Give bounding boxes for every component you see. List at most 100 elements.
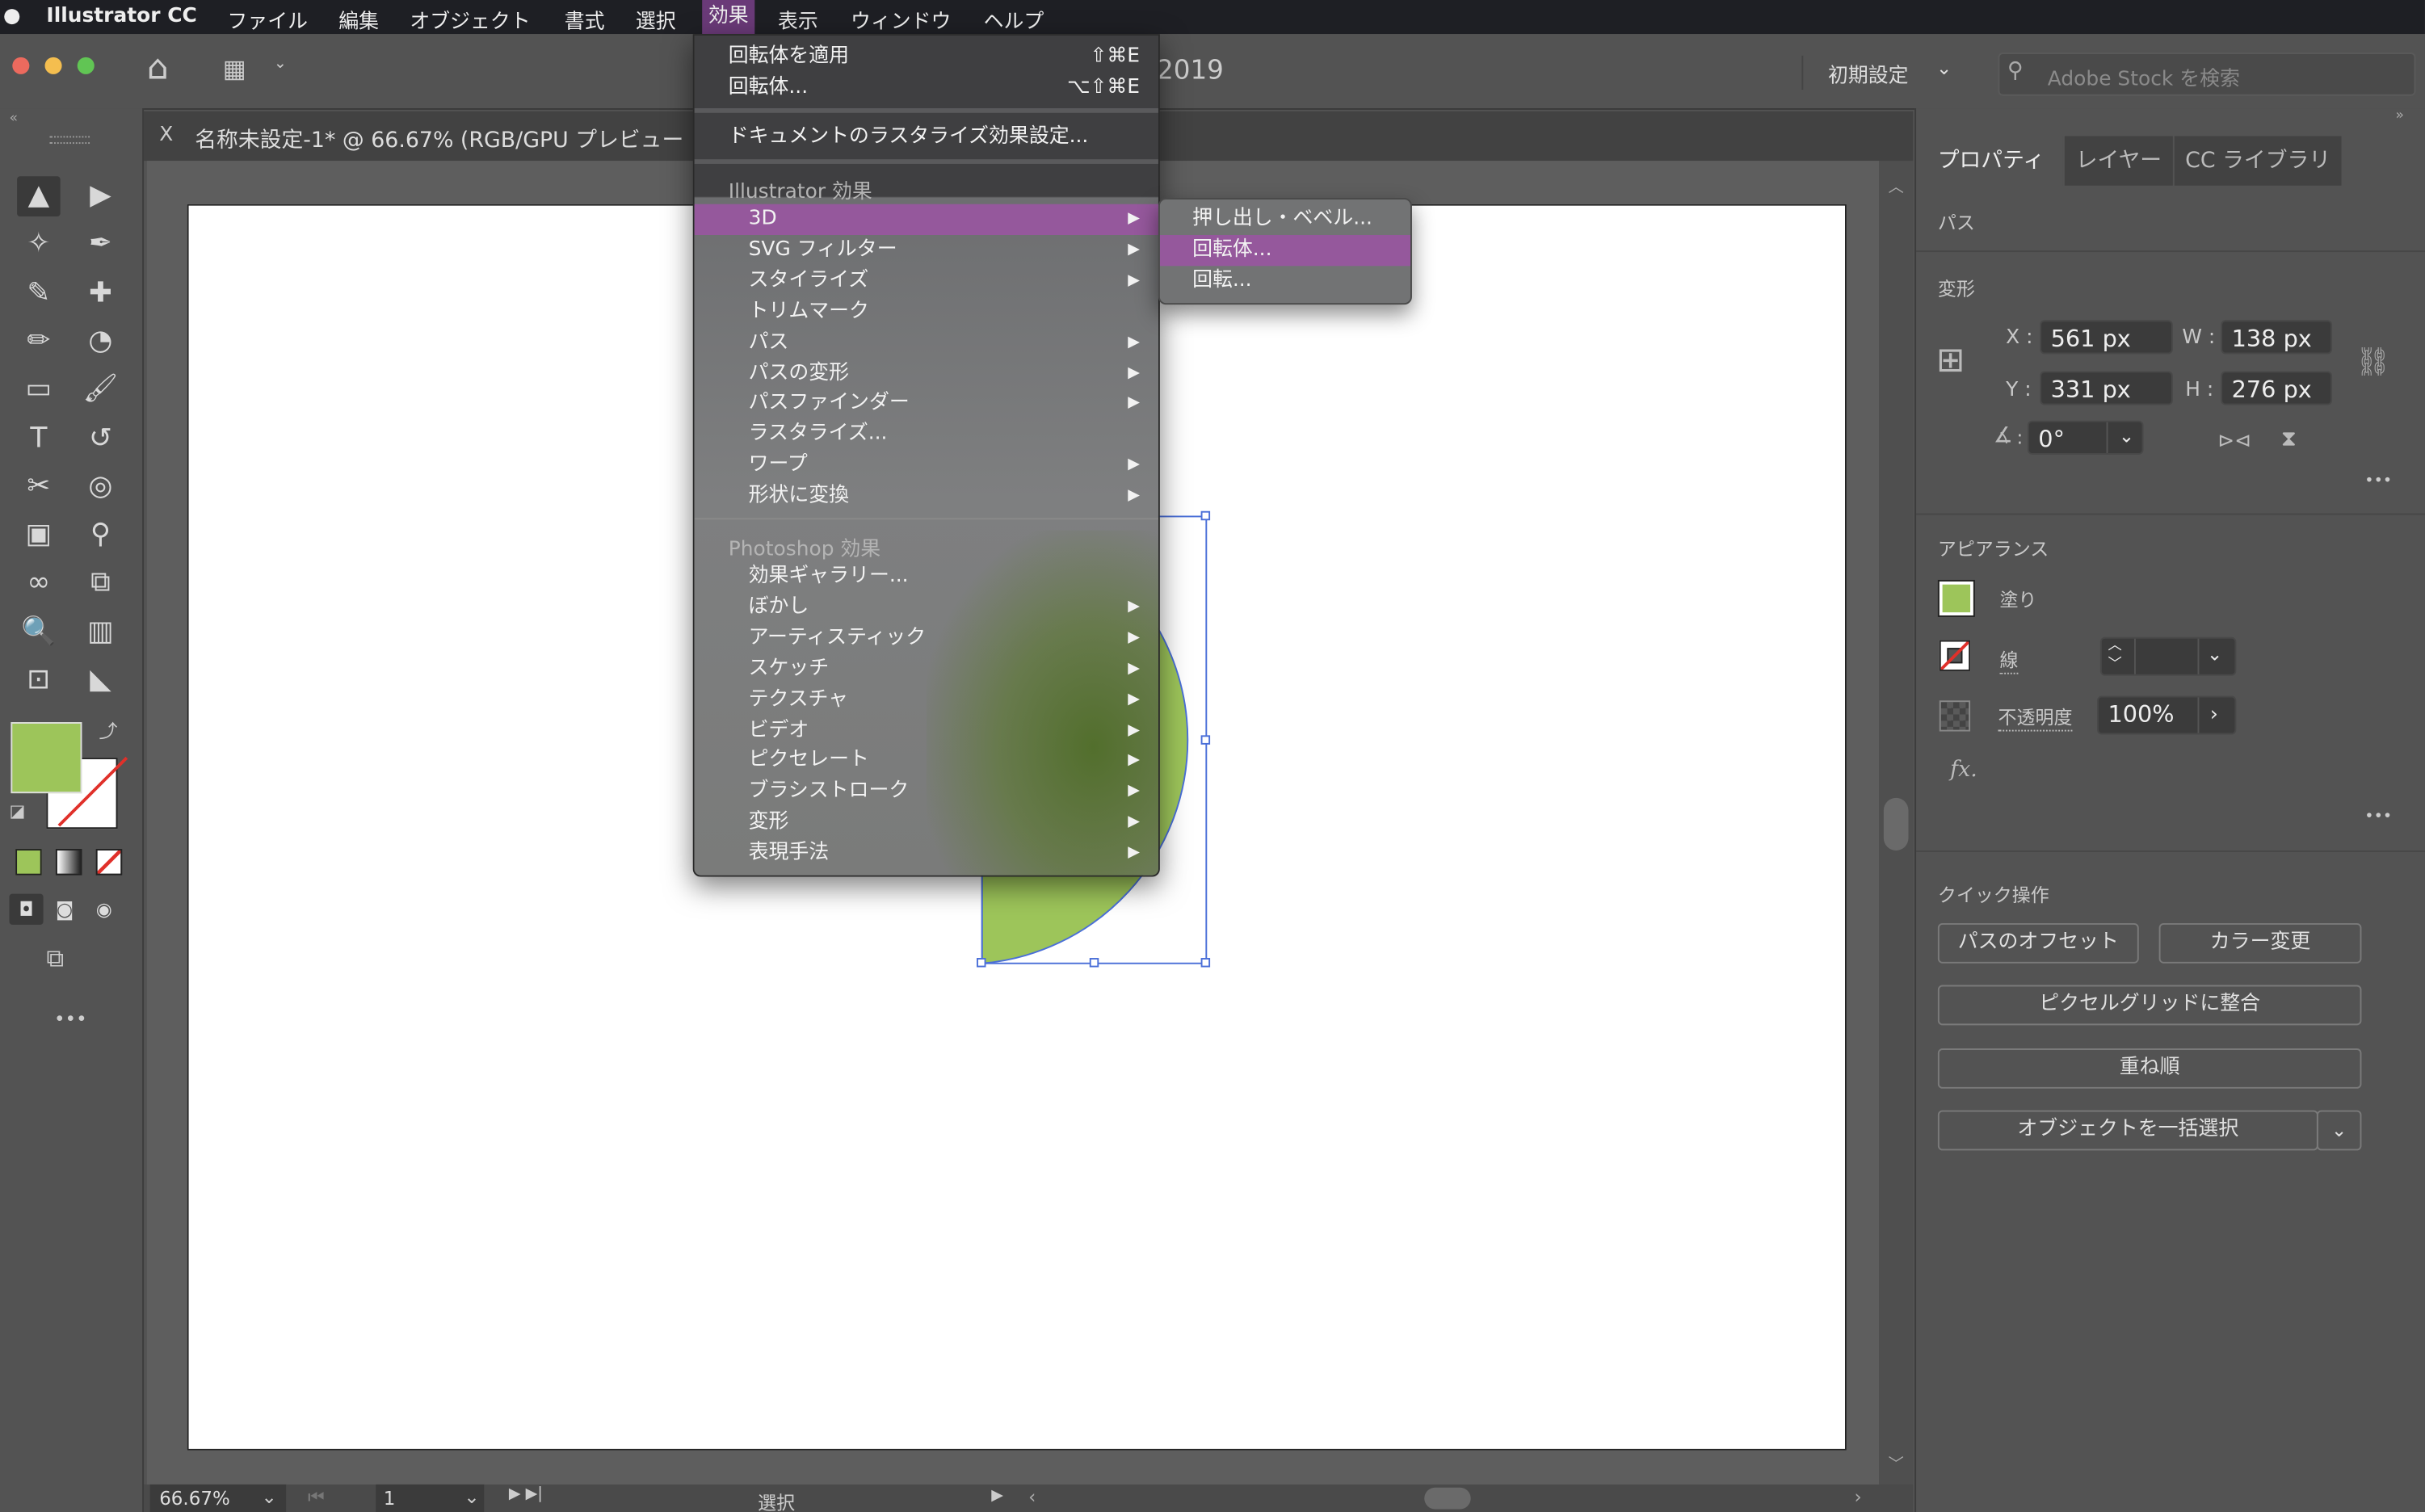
menu-item-rasterize-settings[interactable]: ドキュメントのラスタライズ効果設定... xyxy=(695,122,1158,153)
menu-item[interactable]: 形状に変換 ▶ xyxy=(695,481,1158,512)
menu-item[interactable]: ラスタライズ... xyxy=(695,419,1158,450)
chevron-down-icon[interactable]: ⌄ xyxy=(464,1486,479,1508)
zoom-level-field[interactable]: 66.67% xyxy=(159,1488,230,1510)
chevron-right-icon[interactable]: › xyxy=(2210,697,2218,733)
menu-item-label: 形状に変換 xyxy=(748,484,850,508)
scroll-left-icon[interactable]: ‹ xyxy=(1028,1486,1036,1508)
menu-item-label: ピクセレート xyxy=(748,749,869,773)
reference-point-icon[interactable]: ⊞ xyxy=(1936,342,1965,382)
stroke-weight-stepper[interactable]: ︿ ﹀ ⌄ xyxy=(2099,636,2237,676)
tab-cc-libraries[interactable]: CC ライブラリ xyxy=(2174,136,2342,186)
status-menu-icon[interactable]: ▶ xyxy=(991,1488,1003,1505)
menu-item-label: 回転体を適用 xyxy=(728,44,850,69)
menu-item[interactable]: ピクセレート ▶ xyxy=(695,746,1158,777)
select-same-button[interactable]: オブジェクトを一括選択 xyxy=(1937,1110,2318,1151)
menu-item[interactable]: スケッチ ▶ xyxy=(695,653,1158,684)
rotation-angle-input[interactable]: 0° ⌄ xyxy=(2027,419,2144,455)
vertical-scrollbar[interactable]: ︿ ﹀ xyxy=(1879,161,1914,1485)
menu-item[interactable]: 回転体を適用 ⇧⌘E xyxy=(695,42,1158,73)
submenu-item-label: 押し出し・ベベル... xyxy=(1192,207,1372,231)
resize-handle[interactable] xyxy=(1200,958,1211,968)
properties-panel: » プロパティ レイヤー CC ライブラリ パス 変形 ⊞ X : 561 px… xyxy=(1914,108,2425,1512)
x-label: X : xyxy=(2006,326,2033,350)
submenu-arrow-icon: ▶ xyxy=(1128,844,1140,862)
scrollbar-thumb[interactable] xyxy=(1883,797,1909,850)
menu-item[interactable]: パスの変形 ▶ xyxy=(695,358,1158,388)
next-artboard-icon[interactable]: ▶ ▶| xyxy=(509,1486,543,1503)
menu-item[interactable]: スタイライズ ▶ xyxy=(695,266,1158,296)
scroll-up-icon[interactable]: ︿ xyxy=(1889,173,1904,196)
menu-item-label: SVG フィルター xyxy=(748,237,897,262)
expand-panel-icon[interactable]: » xyxy=(2396,108,2405,124)
flip-vertical-icon[interactable]: ⧗ xyxy=(2281,426,2297,452)
offset-path-button[interactable]: パスのオフセット xyxy=(1937,922,2139,964)
first-artboard-icon[interactable]: ⏮ xyxy=(308,1486,325,1510)
fill-label[interactable]: 塗り xyxy=(1999,586,2036,613)
constrain-proportions-icon[interactable]: ⛓ xyxy=(2356,346,2391,379)
stroke-label[interactable]: 線 xyxy=(1999,646,2019,674)
width-input[interactable]: 138 px xyxy=(2221,320,2333,355)
submenu-arrow-icon: ▶ xyxy=(1128,333,1140,351)
y-position-input[interactable]: 331 px xyxy=(2040,371,2173,405)
angle-label: : xyxy=(2016,426,2024,449)
stepper-arrows-icon[interactable]: ︿ ﹀ xyxy=(2108,637,2121,674)
menu-item[interactable]: ビデオ ▶ xyxy=(695,715,1158,746)
artboard-number-field[interactable]: 1 xyxy=(384,1488,396,1510)
submenu-arrow-icon: ▶ xyxy=(1128,456,1140,474)
menu-item[interactable]: ブラシストローク ▶ xyxy=(695,777,1158,808)
submenu-item[interactable]: 回転体... xyxy=(1159,235,1411,267)
menu-item[interactable]: アーティスティック ▶ xyxy=(695,623,1158,653)
submenu-item-label: 回転... xyxy=(1192,269,1252,292)
resize-handle[interactable] xyxy=(1200,735,1211,745)
menu-item[interactable]: 回転体... ⌥⇧⌘E xyxy=(695,73,1158,103)
resize-handle[interactable] xyxy=(1200,510,1211,521)
menu-item[interactable]: 3D ▶ xyxy=(694,204,1158,236)
resize-handle[interactable] xyxy=(1089,958,1099,968)
opacity-label[interactable]: 不透明度 xyxy=(1998,704,2073,732)
resize-handle[interactable] xyxy=(977,958,986,968)
scroll-right-icon[interactable]: › xyxy=(1854,1486,1861,1508)
current-tool-status[interactable]: 選択 xyxy=(758,1489,795,1512)
more-options-icon[interactable]: ••• xyxy=(2364,808,2392,825)
fill-color-swatch[interactable] xyxy=(1937,579,1975,617)
menu-item[interactable]: ワープ ▶ xyxy=(695,450,1158,481)
menu-item[interactable]: パスファインダー ▶ xyxy=(695,388,1158,419)
menu-item-label: ラスタライズ... xyxy=(748,422,888,446)
scroll-down-icon[interactable]: ﹀ xyxy=(1889,1451,1904,1473)
menu-item[interactable]: ぼかし ▶ xyxy=(695,592,1158,623)
select-same-dropdown[interactable]: ⌄ xyxy=(2316,1110,2362,1151)
chevron-down-icon[interactable]: ⌄ xyxy=(2119,419,2134,453)
chevron-down-icon[interactable]: ⌄ xyxy=(262,1486,277,1508)
menu-item-label: パスの変形 xyxy=(748,361,850,384)
submenu-arrow-icon: ▶ xyxy=(1128,363,1140,381)
menu-item[interactable]: 効果ギャラリー... xyxy=(695,561,1158,592)
submenu-arrow-icon: ▶ xyxy=(1128,598,1140,615)
effect-menu: 回転体を適用 ⇧⌘E 回転体... ⌥⇧⌘E ドキュメントのラスタライズ効果設定... I… xyxy=(692,34,1160,877)
submenu-item[interactable]: 回転... xyxy=(1160,266,1410,296)
menu-separator xyxy=(694,518,1158,520)
stroke-color-swatch[interactable] xyxy=(1939,640,1971,671)
chevron-down-icon[interactable]: ⌄ xyxy=(2207,637,2222,671)
more-options-icon[interactable]: ••• xyxy=(2364,473,2392,490)
width-label: W : xyxy=(2182,326,2216,350)
horizontal-scrollbar-thumb[interactable] xyxy=(1424,1487,1471,1510)
tab-properties[interactable]: プロパティ xyxy=(1919,136,2063,186)
menu-section-header: Illustrator 効果 xyxy=(728,180,872,204)
menu-item[interactable]: トリムマーク xyxy=(695,296,1158,327)
x-position-input[interactable]: 561 px xyxy=(2040,320,2173,355)
tab-layers[interactable]: レイヤー xyxy=(2064,136,2173,186)
effects-icon[interactable]: fx. xyxy=(1950,758,1977,783)
menu-item[interactable]: 変形 ▶ xyxy=(695,808,1158,838)
menu-separator xyxy=(694,108,1158,113)
opacity-input[interactable]: 100% › xyxy=(2097,695,2237,735)
height-input[interactable]: 276 px xyxy=(2221,371,2333,405)
menu-item[interactable]: パス ▶ xyxy=(695,327,1158,358)
submenu-item[interactable]: 押し出し・ベベル... xyxy=(1160,204,1410,235)
flip-horizontal-icon[interactable]: ⊳⊲ xyxy=(2217,430,2251,453)
arrange-button[interactable]: 重ね順 xyxy=(1937,1048,2362,1089)
menu-item[interactable]: 表現手法 ▶ xyxy=(695,838,1158,869)
menu-item[interactable]: テクスチャ ▶ xyxy=(695,684,1158,715)
align-to-pixel-grid-button[interactable]: ピクセルグリッドに整合 xyxy=(1937,985,2362,1026)
menu-item[interactable]: SVG フィルター ▶ xyxy=(695,235,1158,266)
recolor-button[interactable]: カラー変更 xyxy=(2158,922,2362,964)
